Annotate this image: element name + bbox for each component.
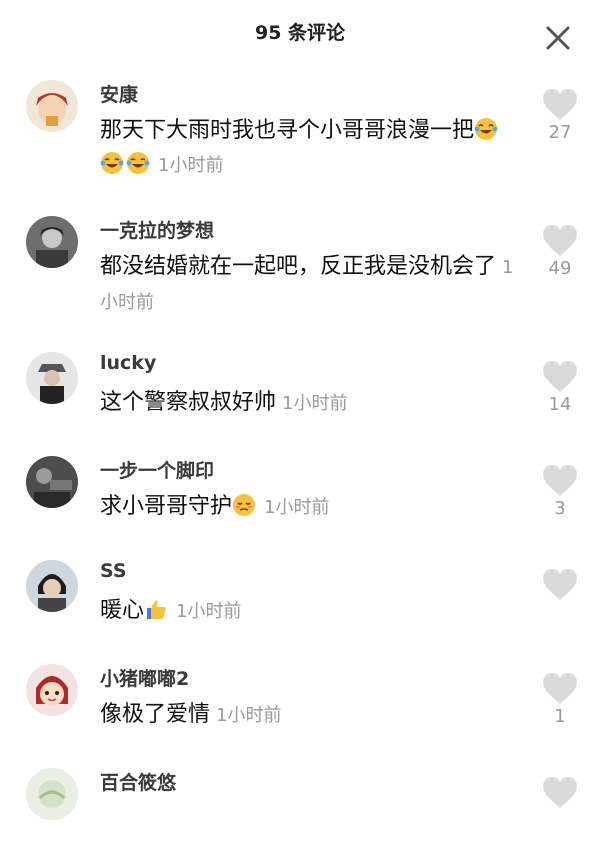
comment-list: 安康 那天下大雨时我也寻个小哥哥浪漫一把 1小时前 27 一克拉的梦想 都没结婚就… [0,70,600,862]
heart-icon[interactable] [542,88,578,122]
avatar[interactable] [26,456,78,508]
comments-header: 95 条评论 [0,0,600,64]
like-count: 14 [548,394,572,415]
comment-body: 这个警察叔叔好帅 1小时前 [100,386,520,421]
avatar[interactable] [26,80,78,132]
comment-text: 暖心 [100,598,145,623]
comment-time: 1小时前 [176,601,242,622]
comment-username[interactable]: 安康 [100,80,138,107]
laugh-cry-emoji-icon [474,117,498,141]
avatar[interactable] [26,664,78,716]
comment-item: SS 暖心 1小时前 [0,550,600,654]
comment-item: lucky 这个警察叔叔好帅 1小时前 14 [0,342,600,446]
comment-body: 像极了爱情 1小时前 [100,698,520,733]
comment-count-title: 95 条评论 [254,22,346,44]
comment-item: 小猪嘟嘟2 像极了爱情 1小时前 1 [0,654,600,758]
heart-icon[interactable] [542,360,578,394]
comment-item: 百合筱悠 [0,758,600,862]
like-count: 3 [554,498,566,519]
avatar[interactable] [26,768,78,820]
comment-text: 像极了爱情 [100,702,211,727]
heart-icon[interactable] [542,464,578,498]
comment-username[interactable]: lucky [100,352,156,374]
avatar[interactable] [26,352,78,404]
comment-text: 这个警察叔叔好帅 [100,390,277,415]
thumbs-up-emoji-icon [144,597,168,621]
close-icon[interactable] [540,20,576,56]
avatar[interactable] [26,560,78,612]
comment-body: 暖心 1小时前 [100,594,520,629]
comment-time: 1小时前 [282,393,348,414]
comment-item: 安康 那天下大雨时我也寻个小哥哥浪漫一把 1小时前 27 [0,70,600,206]
heart-icon[interactable] [542,568,578,602]
comment-body: 求小哥哥守护 1小时前 [100,490,520,525]
avatar[interactable] [26,216,78,268]
like-count: 1 [554,706,566,727]
sleepy-face-emoji-icon [232,493,256,517]
comment-username[interactable]: 小猪嘟嘟2 [100,664,189,691]
heart-icon[interactable] [542,224,578,258]
like-count: 49 [548,258,572,279]
heart-icon[interactable] [542,776,578,810]
comment-text: 那天下大雨时我也寻个小哥哥浪漫一把 [100,118,475,143]
comment-item: 一克拉的梦想 都没结婚就在一起吧，反正我是没机会了 1小时前 49 [0,206,600,342]
comment-body: 都没结婚就在一起吧，反正我是没机会了 1小时前 [100,250,520,320]
comment-username[interactable]: 百合筱悠 [100,768,176,795]
comment-text: 求小哥哥守护 [100,494,233,519]
comment-text: 都没结婚就在一起吧，反正我是没机会了 [100,254,497,279]
laugh-cry-emoji-icon [126,151,150,175]
comment-username[interactable]: 一步一个脚印 [100,456,214,483]
comment-item: 一步一个脚印 求小哥哥守护 1小时前 3 [0,446,600,550]
comment-time: 1小时前 [264,497,330,518]
comment-body: 那天下大雨时我也寻个小哥哥浪漫一把 1小时前 [100,114,520,183]
heart-icon[interactable] [542,672,578,706]
like-count: 27 [548,122,572,143]
comment-time: 1小时前 [158,155,224,176]
comment-time: 1小时前 [216,705,282,726]
comment-username[interactable]: 一克拉的梦想 [100,216,214,243]
laugh-cry-emoji-icon [100,151,124,175]
comment-username[interactable]: SS [100,560,127,582]
